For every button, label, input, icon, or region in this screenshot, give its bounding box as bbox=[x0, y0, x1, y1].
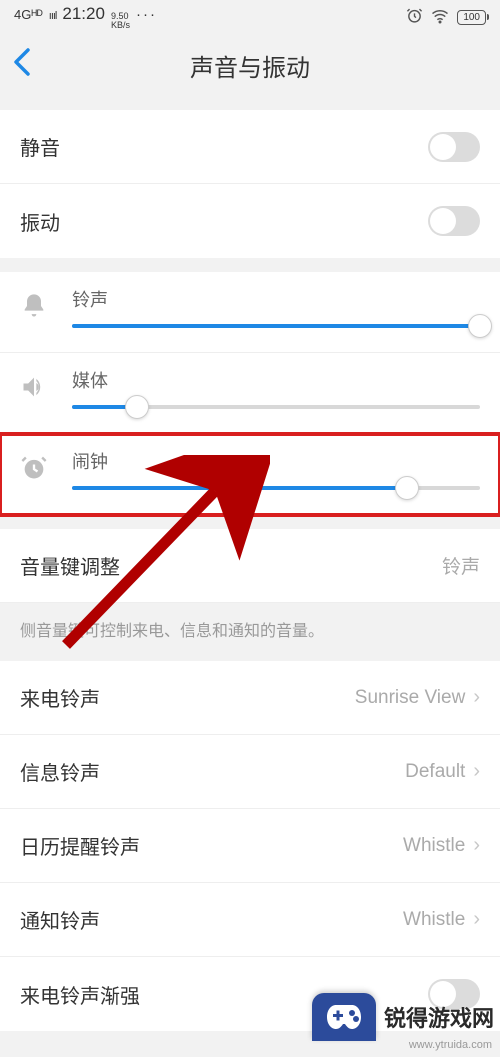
ringtone-slider-row: 铃声 bbox=[0, 272, 500, 353]
mute-toggle[interactable] bbox=[428, 132, 480, 162]
media-slider[interactable] bbox=[72, 405, 480, 409]
volume-key-desc: 侧音量键可控制来电、信息和通知的音量。 bbox=[0, 603, 500, 661]
message-ringtone-row[interactable]: 信息铃声 Default › bbox=[0, 735, 500, 809]
incoming-ringtone-label: 来电铃声 bbox=[20, 683, 100, 712]
volume-key-value: 铃声 bbox=[442, 552, 480, 579]
watermark-url: www.ytruida.com bbox=[409, 1039, 492, 1051]
media-slider-row: 媒体 bbox=[0, 353, 500, 434]
ringtone-slider[interactable] bbox=[72, 324, 480, 328]
notification-ringtone-row[interactable]: 通知铃声 Whistle › bbox=[0, 883, 500, 957]
signal-icon: ıııl bbox=[49, 10, 57, 22]
watermark: 锐得游戏网 www.ytruida.com bbox=[312, 993, 500, 1057]
alarm-slider-label: 闹钟 bbox=[72, 448, 480, 474]
mute-row[interactable]: 静音 bbox=[0, 110, 500, 184]
chevron-right-icon: › bbox=[473, 908, 480, 931]
chevron-right-icon: › bbox=[473, 834, 480, 857]
bell-icon bbox=[20, 292, 50, 325]
status-bar: 4Gᴴᴰ ıııl 21:20 9.50 KB/s ··· 100 bbox=[0, 0, 500, 34]
speaker-icon bbox=[20, 373, 50, 406]
volume-key-row[interactable]: 音量键调整 铃声 bbox=[0, 529, 500, 603]
vibrate-toggle[interactable] bbox=[428, 206, 480, 236]
network-indicator: 4Gᴴᴰ bbox=[14, 7, 43, 22]
volume-sliders-section: 铃声 媒体 闹钟 bbox=[0, 272, 500, 515]
wifi-icon bbox=[431, 7, 449, 28]
clock-icon bbox=[20, 454, 50, 487]
page-header: 声音与振动 bbox=[0, 34, 500, 96]
toggles-section: 静音 振动 bbox=[0, 110, 500, 258]
page-title: 声音与振动 bbox=[0, 48, 500, 83]
watermark-logo-icon bbox=[312, 993, 376, 1041]
message-ringtone-value: Default bbox=[405, 761, 465, 783]
net-speed-unit: KB/s bbox=[111, 21, 130, 30]
ringtone-slider-label: 铃声 bbox=[72, 286, 480, 312]
incoming-ringtone-row[interactable]: 来电铃声 Sunrise View › bbox=[0, 661, 500, 735]
incoming-ringtone-value: Sunrise View bbox=[355, 687, 466, 709]
ringtone-section: 来电铃声 Sunrise View › 信息铃声 Default › 日历提醒铃… bbox=[0, 661, 500, 1031]
alarm-slider[interactable] bbox=[72, 486, 480, 490]
chevron-right-icon: › bbox=[473, 760, 480, 783]
volume-key-label: 音量键调整 bbox=[20, 551, 120, 580]
notification-ringtone-label: 通知铃声 bbox=[20, 905, 100, 934]
crescendo-label: 来电铃声渐强 bbox=[20, 980, 140, 1009]
chevron-right-icon: › bbox=[473, 686, 480, 709]
notification-ringtone-value: Whistle bbox=[403, 909, 465, 931]
back-button[interactable] bbox=[12, 47, 32, 83]
alarm-slider-row: 闹钟 bbox=[0, 434, 500, 515]
media-slider-label: 媒体 bbox=[72, 367, 480, 393]
alarm-icon bbox=[406, 7, 423, 27]
calendar-ringtone-label: 日历提醒铃声 bbox=[20, 831, 140, 860]
mute-label: 静音 bbox=[20, 132, 60, 161]
calendar-ringtone-row[interactable]: 日历提醒铃声 Whistle › bbox=[0, 809, 500, 883]
battery-indicator: 100 bbox=[457, 10, 486, 25]
more-dots-icon: ··· bbox=[136, 6, 157, 23]
message-ringtone-label: 信息铃声 bbox=[20, 757, 100, 786]
watermark-brand: 锐得游戏网 bbox=[384, 1001, 494, 1033]
calendar-ringtone-value: Whistle bbox=[403, 835, 465, 857]
vibrate-label: 振动 bbox=[20, 207, 60, 236]
vibrate-row[interactable]: 振动 bbox=[0, 184, 500, 258]
status-time: 21:20 bbox=[62, 4, 105, 24]
